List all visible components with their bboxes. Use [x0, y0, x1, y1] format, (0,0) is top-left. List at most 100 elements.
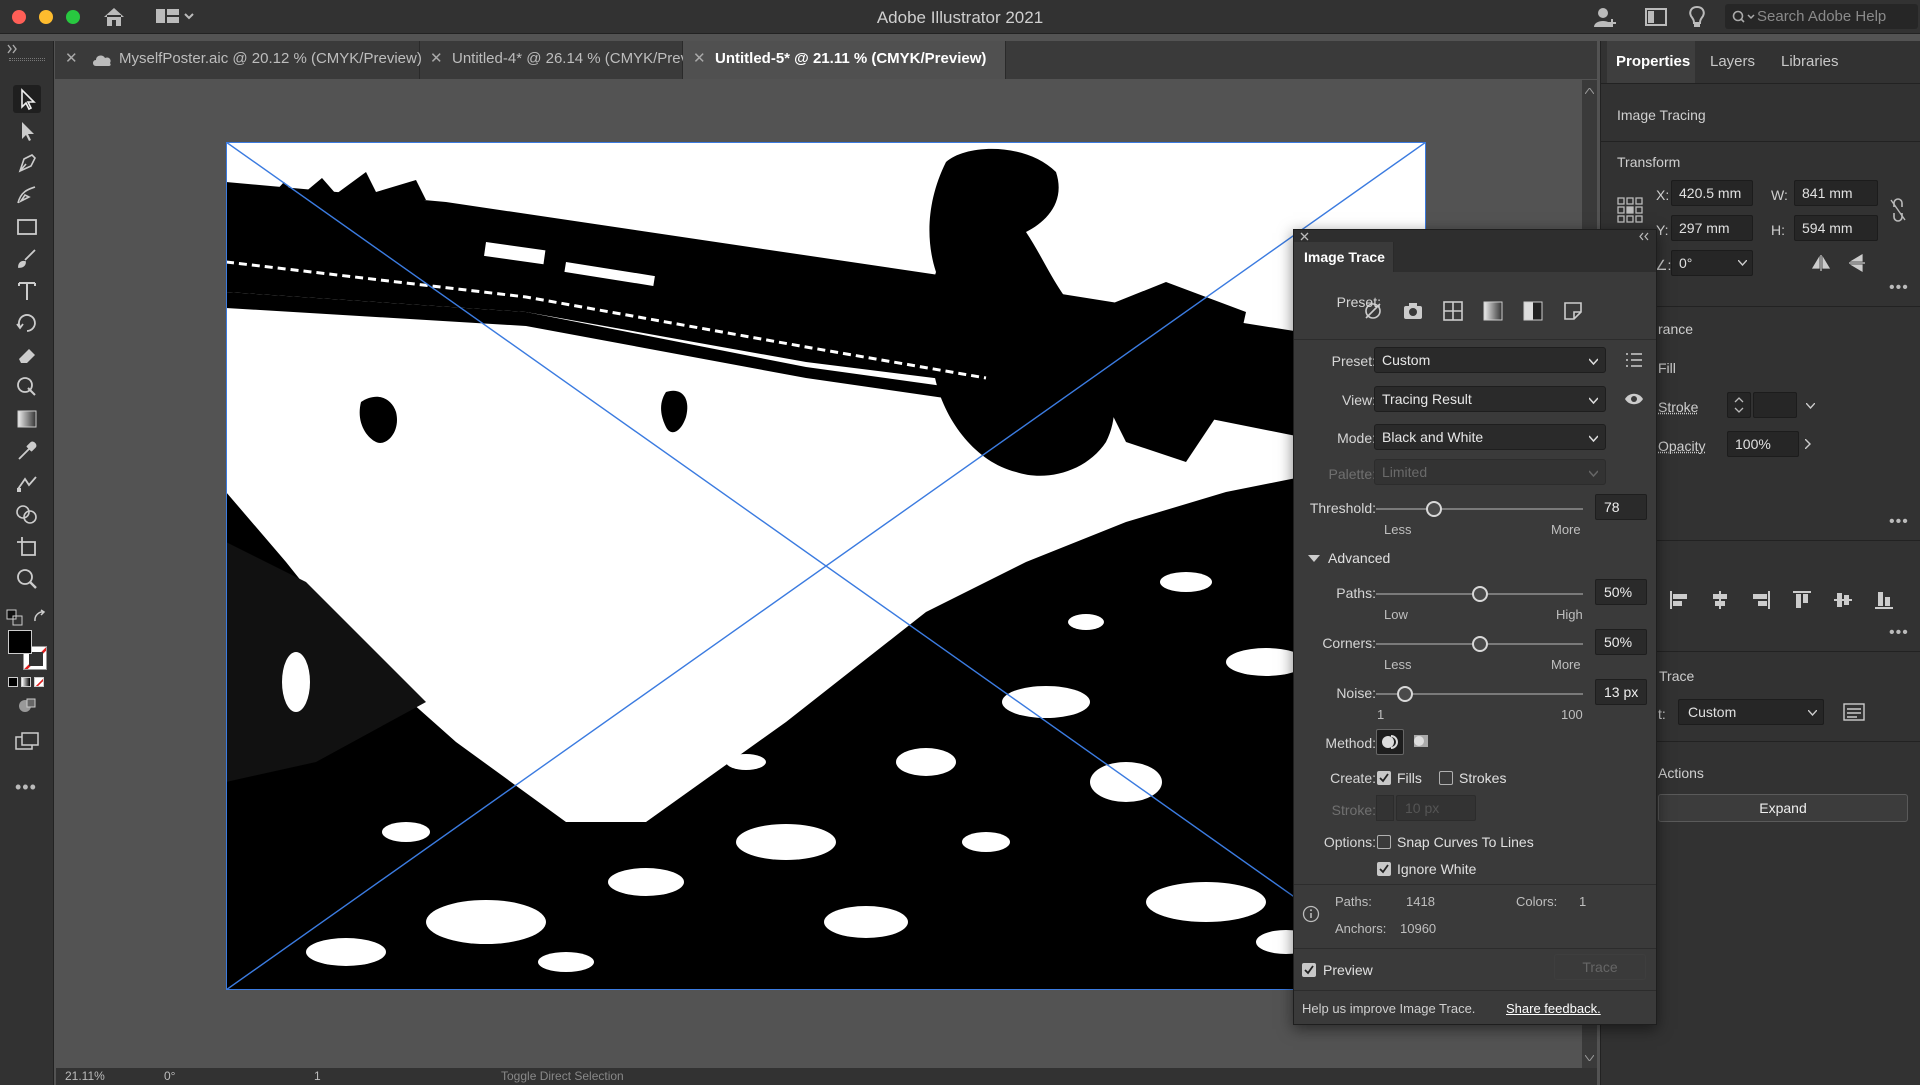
pen-tool-icon[interactable]	[13, 149, 41, 177]
direct-selection-tool-icon[interactable]	[13, 117, 41, 145]
trace-preset-dropdown[interactable]: Custom	[1678, 699, 1824, 725]
flip-horizontal-icon[interactable]	[1811, 253, 1831, 273]
stroke-label[interactable]: Stroke	[1658, 399, 1698, 415]
snap-curves-checkbox[interactable]	[1377, 835, 1391, 849]
opacity-field[interactable]: 100%	[1727, 431, 1799, 457]
tab-layers[interactable]: Layers	[1710, 53, 1755, 70]
constrain-proportions-icon[interactable]	[1889, 198, 1907, 222]
align-horizontal-center-icon[interactable]	[1710, 590, 1730, 610]
tab-properties[interactable]: Properties	[1616, 53, 1690, 70]
paths-value-field[interactable]: 50%	[1595, 579, 1647, 605]
mode-dropdown[interactable]: Black and White	[1374, 424, 1606, 450]
low-color-icon[interactable]	[1442, 300, 1464, 322]
grayscale-icon[interactable]	[1482, 300, 1504, 322]
align-right-icon[interactable]	[1751, 590, 1771, 610]
shape-builder-tool-icon[interactable]	[13, 501, 41, 529]
curvature-tool-icon[interactable]	[13, 181, 41, 209]
paths-slider[interactable]	[1376, 586, 1583, 602]
gradient-mode-button[interactable]	[21, 677, 31, 687]
more-align-options[interactable]: •••	[1889, 624, 1909, 642]
black-and-white-icon[interactable]	[1522, 300, 1544, 322]
expand-button[interactable]: Expand	[1658, 794, 1908, 822]
preset-dropdown[interactable]: Custom	[1374, 347, 1606, 373]
rotation-field[interactable]: 0°	[164, 1069, 175, 1083]
align-left-icon[interactable]	[1669, 590, 1689, 610]
stroke-weight-stepper[interactable]	[1727, 392, 1751, 418]
chevron-right-icon[interactable]	[1805, 439, 1811, 449]
eraser-tool-icon[interactable]	[13, 341, 41, 369]
collapse-toolbar-icon[interactable]	[6, 44, 20, 54]
align-vertical-center-icon[interactable]	[1833, 590, 1853, 610]
corners-slider-knob[interactable]	[1471, 636, 1488, 652]
close-tab-icon[interactable]: ✕	[693, 41, 706, 77]
puppet-warp-tool-icon[interactable]	[13, 373, 41, 401]
corners-value-field[interactable]: 50%	[1595, 629, 1647, 655]
none-mode-button[interactable]	[34, 677, 44, 687]
method-overlapping-button[interactable]	[1408, 729, 1436, 755]
edit-toolbar-button[interactable]: •••	[15, 777, 37, 798]
document-tab-myselfposter[interactable]: ✕ MyselfPoster.aic @ 20.12 % (CMYK/Previ…	[55, 41, 422, 79]
user-icon[interactable]	[1592, 5, 1618, 29]
document-tab-untitled-4[interactable]: ✕ Untitled-4* @ 26.14 % (CMYK/Preview)	[420, 41, 716, 79]
chevron-down-icon[interactable]	[1806, 403, 1815, 409]
opacity-label[interactable]: Opacity	[1658, 438, 1705, 454]
threshold-value-field[interactable]: 78	[1595, 494, 1647, 520]
color-mode-button[interactable]	[8, 677, 18, 687]
swap-fill-stroke-icon[interactable]	[32, 609, 48, 625]
advanced-toggle-label[interactable]: Advanced	[1328, 550, 1390, 566]
scroll-down-icon[interactable]	[1585, 1055, 1594, 1061]
rectangle-tool-icon[interactable]	[13, 213, 41, 241]
height-field[interactable]: 594 mm	[1794, 215, 1878, 241]
manage-presets-icon[interactable]	[1625, 352, 1643, 368]
noise-slider[interactable]	[1376, 686, 1583, 702]
preview-checkbox[interactable]	[1302, 963, 1316, 977]
method-abutting-button[interactable]	[1376, 729, 1404, 755]
document-tab-untitled-5[interactable]: ✕ Untitled-5* @ 21.11 % (CMYK/Preview)	[683, 41, 1006, 79]
arrange-documents-icon[interactable]	[1645, 7, 1667, 27]
artboard-tool-icon[interactable]	[13, 533, 41, 561]
more-transform-options[interactable]: •••	[1889, 279, 1909, 297]
outline-icon[interactable]	[1562, 300, 1584, 322]
fills-checkbox[interactable]	[1377, 771, 1391, 785]
flip-vertical-icon[interactable]	[1847, 253, 1867, 273]
scroll-up-icon[interactable]	[1585, 88, 1594, 94]
noise-value-field[interactable]: 13 px	[1595, 679, 1647, 705]
close-panel-icon[interactable]	[1300, 232, 1309, 241]
corners-slider[interactable]	[1376, 636, 1583, 652]
default-fill-stroke-icon[interactable]	[6, 609, 24, 627]
eye-icon[interactable]	[1624, 392, 1644, 406]
screen-mode-icon[interactable]	[14, 731, 40, 753]
noise-slider-knob[interactable]	[1396, 686, 1413, 702]
rotate-tool-icon[interactable]	[13, 309, 41, 337]
view-dropdown[interactable]: Tracing Result	[1374, 386, 1606, 412]
close-tab-icon[interactable]: ✕	[430, 41, 443, 77]
paths-slider-knob[interactable]	[1471, 586, 1488, 602]
panel-header-bar[interactable]	[1294, 230, 1656, 242]
ignore-white-checkbox[interactable]	[1377, 862, 1391, 876]
stroke-weight-field[interactable]	[1753, 392, 1797, 418]
share-feedback-link[interactable]: Share feedback.	[1506, 1001, 1601, 1016]
width-field[interactable]: 841 mm	[1794, 180, 1878, 206]
threshold-slider-knob[interactable]	[1425, 501, 1442, 517]
threshold-slider[interactable]	[1376, 501, 1583, 517]
toolbar-grip[interactable]	[9, 58, 45, 61]
drawing-modes-icon[interactable]	[17, 697, 37, 715]
fill-swatch[interactable]	[8, 630, 32, 654]
artboard-navigator[interactable]: 1	[314, 1069, 321, 1083]
zoom-tool-icon[interactable]	[13, 565, 41, 593]
collapse-panel-icon[interactable]	[1638, 232, 1650, 241]
close-tab-icon[interactable]: ✕	[65, 41, 78, 77]
eyedropper-tool-icon[interactable]	[13, 437, 41, 465]
align-top-icon[interactable]	[1792, 590, 1812, 610]
gradient-tool-icon[interactable]	[13, 405, 41, 433]
chevron-down-icon[interactable]	[1738, 260, 1747, 266]
x-position-field[interactable]: 420.5 mm	[1671, 180, 1753, 206]
disclosure-triangle-icon[interactable]	[1308, 555, 1320, 563]
trace-button[interactable]: Trace	[1554, 954, 1646, 980]
high-color-icon[interactable]	[1402, 300, 1424, 322]
type-tool-icon[interactable]	[13, 277, 41, 305]
align-bottom-icon[interactable]	[1874, 590, 1894, 610]
paintbrush-tool-icon[interactable]	[13, 245, 41, 273]
blend-tool-icon[interactable]	[13, 469, 41, 497]
selection-tool-icon[interactable]	[13, 85, 41, 113]
